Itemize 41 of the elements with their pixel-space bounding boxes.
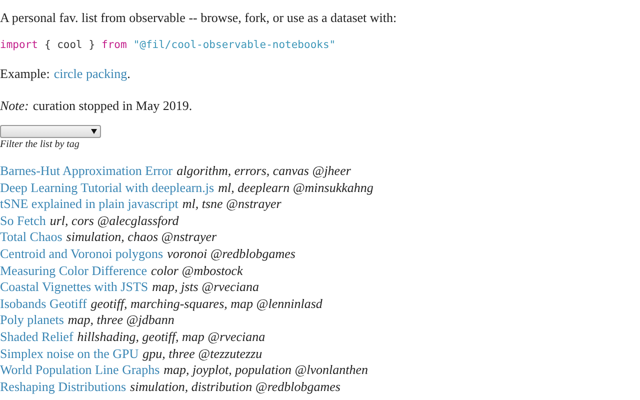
notebook-link[interactable]: Deep Learning Tutorial with deeplearn.js	[0, 180, 214, 196]
notebook-link[interactable]: Simplex noise on the GPU	[0, 346, 139, 362]
notebook-tags: simulation, chaos @nstrayer	[66, 229, 217, 246]
notebook-tags: map, three @jdbann	[68, 312, 174, 329]
notebook-link[interactable]: Isobands Geotiff	[0, 296, 87, 312]
tag-select[interactable]	[0, 125, 101, 138]
notebook-tags: url, cors @alecglassford	[50, 212, 179, 230]
notebook-link[interactable]: Barnes-Hut Approximation Error	[0, 163, 173, 180]
note-text: curation stopped in May 2019.	[32, 97, 192, 115]
notebook-tags: map, joyplot, population @lvonlanthen	[164, 362, 368, 379]
code-token: import	[0, 38, 38, 53]
code-token: from	[102, 38, 127, 53]
notebook-tags: ml, tsne @nstrayer	[182, 196, 282, 213]
notebook-tags: map, jsts @rveciana	[152, 279, 260, 296]
notebook-link[interactable]: Measuring Color Difference	[0, 262, 148, 280]
notebook-link[interactable]: So Fetch	[0, 212, 46, 230]
notebook-tags: simulation, distribution @redblobgames	[130, 378, 340, 396]
intro-text: A personal fav. list from observable -- browse, fork, or use as a dataset with:	[0, 9, 398, 27]
notebook-link[interactable]: Poly planets	[0, 312, 64, 329]
notebook-tags: algorithm, errors, canvas @jheer	[176, 163, 351, 180]
notebook-link[interactable]: Reshaping Distributions	[0, 378, 126, 396]
notebook-tags: voronoi @redblobgames	[167, 246, 296, 263]
notebook-tags: geotiff, marching-squares, map @lenninlasd	[90, 296, 322, 312]
notebook-tags: hillshading, geotiff, map @rveciana	[77, 328, 266, 346]
notebook-tags: color @mbostock	[151, 262, 243, 280]
notebook-link[interactable]: Coastal Vignettes with JSTS	[0, 279, 148, 296]
note-label: Note:	[0, 97, 29, 115]
notebook-link[interactable]: Centroid and Voronoi polygons	[0, 246, 164, 263]
example-line: circle packing.	[54, 65, 130, 83]
notebook-link[interactable]: Total Chaos	[0, 229, 62, 246]
caret-icon	[91, 129, 97, 134]
notebook-link[interactable]: Shaded Relief	[0, 328, 74, 346]
code-token: "@fil/cool-observable-notebooks"	[133, 38, 336, 53]
notebook-link[interactable]: tSNE explained in plain javascript	[0, 196, 178, 213]
notebook-tags: gpu, three @tezzutezzu	[142, 346, 262, 362]
example-link[interactable]: circle packing	[54, 66, 128, 81]
example-label: Example:	[0, 65, 50, 83]
notebook-tags: ml, deeplearn @minsukkahng	[218, 180, 374, 196]
filter-caption: Filter the list by tag	[0, 138, 80, 152]
notebook-link[interactable]: World Population Line Graphs	[0, 362, 160, 379]
code-token: { cool }	[44, 38, 96, 53]
